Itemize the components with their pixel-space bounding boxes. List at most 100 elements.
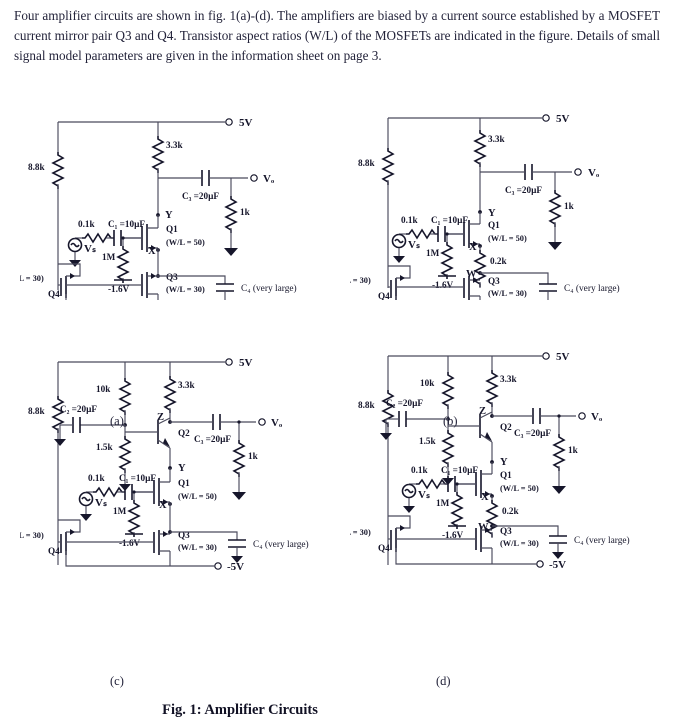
node-label-y-c: Y <box>178 463 186 474</box>
cap-label-c2-d: C₂ =20µF <box>386 398 423 408</box>
circuit-diagram-d: 5V 8.8k 10k 1.5k C₂ =20µF 3.3k Z Q2 C₃ =… <box>350 340 660 575</box>
rail-label-neg-c: -5V <box>227 561 244 573</box>
resistor-label-0k1-a: 0.1k <box>78 219 95 229</box>
output-label-c: Vₒ <box>271 417 282 429</box>
resistor-label-1k-b: 1k <box>564 201 575 211</box>
node-label-x-d: X <box>481 492 489 503</box>
resistor-label-1m-a: 1M <box>102 252 116 262</box>
bias-label-c: -1.6V <box>119 538 141 548</box>
circuit-svg-a: 5V 8.8k 3.3k C₃ =20µF Vₒ 1k Y Q1 (W/L = … <box>20 117 297 300</box>
device-label-q3-b: Q3 <box>488 276 500 286</box>
device-label-q1-b: Q1 <box>488 220 500 230</box>
resistor-label-8k8-d: 8.8k <box>358 400 375 410</box>
rail-label-neg-d: -5V <box>549 559 566 571</box>
cap-label-c1-a: C₁ =10µF <box>108 219 145 229</box>
circuit-diagram-a: 5V 8.8k 3.3k C₃ =20µF Vₒ 1k Y Q1 (W/L = … <box>20 100 320 300</box>
cap-label-c4-a: C₄ (very large) <box>241 283 297 294</box>
resistor-label-0k2-b: 0.2k <box>490 256 507 266</box>
device-ratio-q3-d: (W/L = 30) <box>500 539 539 548</box>
device-ratio-q4-b: (W/L = 30) <box>350 276 371 285</box>
node-label-x-b: X <box>469 242 477 253</box>
resistor-label-1k-c: 1k <box>248 451 259 461</box>
circuit-svg-b: 5V 8.8k 3.3k C₃ =20µF Vₒ 1k Y Q1 (W/L = … <box>350 113 620 300</box>
device-label-q3-d: Q3 <box>500 526 512 536</box>
resistor-label-1m-c: 1M <box>113 506 127 516</box>
cap-label-c3-c: C₃ =20µF <box>194 434 231 444</box>
resistor-label-8k8-c: 8.8k <box>28 406 45 416</box>
device-label-q1-c: Q1 <box>178 478 190 488</box>
output-label-b: Vₒ <box>588 167 599 179</box>
circuit-svg-d: 5V 8.8k 10k 1.5k C₂ =20µF 3.3k Z Q2 C₃ =… <box>350 351 630 571</box>
bias-label-b: -1.6V <box>432 280 454 290</box>
resistor-label-3k3-b: 3.3k <box>488 134 505 144</box>
device-ratio-q3-a: (W/L = 30) <box>166 285 205 294</box>
source-label-vs-a: Vₛ <box>84 243 96 255</box>
resistor-label-1m-d: 1M <box>436 498 450 508</box>
node-label-x-a: X <box>148 246 156 257</box>
device-label-q3-a: Q3 <box>166 272 178 282</box>
device-ratio-q1-a: (W/L = 50) <box>166 238 205 247</box>
cap-label-c1-b: C₁ =10µF <box>431 215 468 225</box>
device-label-q4-b: Q4 <box>378 291 390 300</box>
source-label-vs-c: Vₛ <box>95 497 107 509</box>
subcaption-b: (b) <box>443 414 458 428</box>
circuit-svg-c: 5V 8.8k 10k 1.5k C₂ =20µF 3.3k Z Q2 C₃ =… <box>20 357 309 573</box>
device-label-q4-c: Q4 <box>48 546 60 556</box>
subcaption-c: (c) <box>110 674 124 688</box>
resistor-label-3k3-a: 3.3k <box>166 140 183 150</box>
resistor-label-1k5-c: 1.5k <box>96 442 113 452</box>
circuit-diagram-b: 5V 8.8k 3.3k C₃ =20µF Vₒ 1k Y Q1 (W/L = … <box>350 100 660 300</box>
resistor-label-1m-b: 1M <box>426 248 440 258</box>
device-ratio-q4-a: (W/L = 30) <box>20 274 44 283</box>
resistor-label-0k1-b: 0.1k <box>401 215 418 225</box>
cap-label-c4-b: C₄ (very large) <box>564 283 620 294</box>
device-label-q2-d: Q2 <box>500 422 512 432</box>
device-ratio-q1-d: (W/L = 50) <box>500 484 539 493</box>
cap-label-c1-d: C₁ =10µF <box>441 465 478 475</box>
device-label-q1-d: Q1 <box>500 470 512 480</box>
device-ratio-q4-c: (W/L = 30) <box>20 531 44 540</box>
device-label-q4-d: Q4 <box>378 543 390 553</box>
figure-caption: Fig. 1: Amplifier Circuits <box>162 702 318 718</box>
cap-label-c3-b: C₃ =20µF <box>505 185 542 195</box>
cap-label-c4-d: C₄ (very large) <box>574 535 630 546</box>
resistor-label-8k8-b: 8.8k <box>358 158 375 168</box>
node-label-w-b: W <box>466 269 477 280</box>
device-ratio-q3-c: (W/L = 30) <box>178 543 217 552</box>
node-label-y-a: Y <box>165 210 173 221</box>
cap-label-c2-c: C₂ =20µF <box>60 404 97 414</box>
resistor-label-0k1-c: 0.1k <box>88 473 105 483</box>
subcaption-a: (a) <box>110 414 124 428</box>
device-label-q2-c: Q2 <box>178 428 190 438</box>
output-label-a: Vₒ <box>263 173 274 185</box>
output-label-d: Vₒ <box>591 411 602 423</box>
device-ratio-q1-b: (W/L = 50) <box>488 234 527 243</box>
resistor-label-10k-d: 10k <box>420 378 435 388</box>
intro-paragraph: Four amplifier circuits are shown in fig… <box>14 8 660 64</box>
resistor-label-3k3-d: 3.3k <box>500 374 517 384</box>
cap-label-c4-c: C₄ (very large) <box>253 539 309 550</box>
rail-label-pos-b: 5V <box>556 113 570 125</box>
resistor-label-0k1-d: 0.1k <box>411 465 428 475</box>
source-label-vs-d: Vₛ <box>418 489 430 501</box>
cap-label-c3-a: C₃ =20µF <box>182 191 219 201</box>
device-label-q4-a: Q4 <box>48 289 60 299</box>
rail-label-pos-a: 5V <box>239 117 253 129</box>
resistor-label-0k2-d: 0.2k <box>502 506 519 516</box>
node-label-y-d: Y <box>500 457 508 468</box>
resistor-label-10k-c: 10k <box>96 384 111 394</box>
device-ratio-q4-d: (W/L = 30) <box>350 528 371 537</box>
node-label-y-b: Y <box>488 208 496 219</box>
subcaption-d: (d) <box>436 674 451 688</box>
node-label-x-c: X <box>159 500 167 511</box>
rail-label-pos-c: 5V <box>239 357 253 369</box>
resistor-label-1k-d: 1k <box>568 445 579 455</box>
rail-label-pos-d: 5V <box>556 351 570 363</box>
cap-label-c3-d: C₃ =20µF <box>514 428 551 438</box>
device-ratio-q1-c: (W/L = 50) <box>178 492 217 501</box>
device-label-q1-a: Q1 <box>166 224 178 234</box>
circuit-diagram-c: 5V 8.8k 10k 1.5k C₂ =20µF 3.3k Z Q2 C₃ =… <box>20 340 325 575</box>
source-label-vs-b: Vₛ <box>408 239 420 251</box>
resistor-label-1k5-d: 1.5k <box>419 436 436 446</box>
resistor-label-3k3-c: 3.3k <box>178 380 195 390</box>
